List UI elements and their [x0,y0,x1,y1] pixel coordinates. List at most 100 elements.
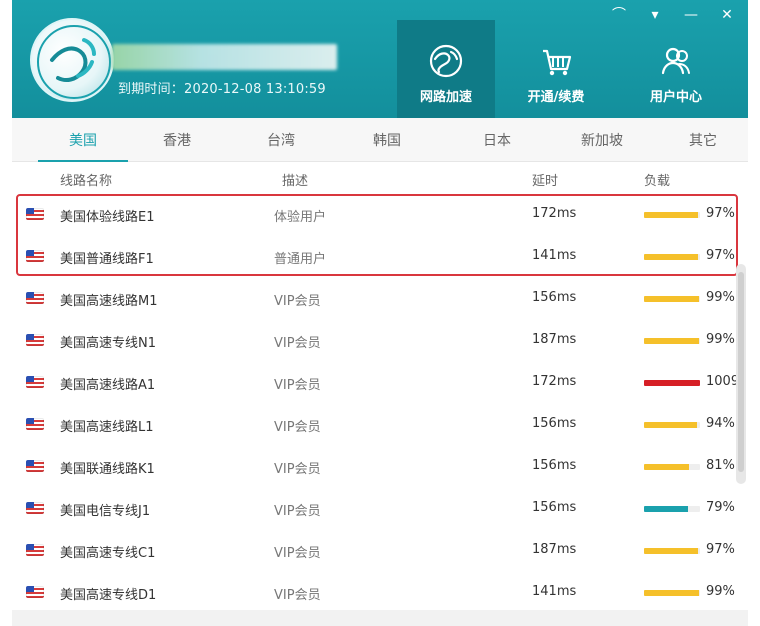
column-description: 描述 [282,174,309,189]
line-description: VIP会员 [274,336,321,351]
us-flag-icon [26,334,44,346]
line-name: 美国高速线路L1 [60,420,154,435]
line-latency: 172ms [532,374,577,389]
nav-network-acceleration[interactable]: 网路加速 [397,20,495,118]
load-bar-fill [644,338,700,344]
load-bar-fill [644,422,697,428]
table-row[interactable]: 美国高速专线C1 VIP会员 187ms 97% [12,530,735,572]
tab-hongkong[interactable]: 香港 [132,118,222,162]
line-name: 美国普通线路F1 [60,252,154,267]
tab-singapore[interactable]: 新加坡 [557,118,647,162]
line-name: 美国高速线路A1 [60,378,156,393]
table-row[interactable]: 美国高速线路M1 VIP会员 156ms 99% [12,278,735,320]
column-line-name: 线路名称 [60,174,113,189]
table-row[interactable]: 美国高速线路L1 VIP会员 156ms 94% [12,404,735,446]
load-percent: 97% [706,206,735,221]
load-percent: 97% [706,248,735,263]
cart-icon [537,42,575,80]
line-latency: 141ms [532,248,577,263]
load-bar [644,296,700,302]
us-flag-icon [26,208,44,220]
load-bar-fill [644,296,700,302]
username-blurred [112,44,337,70]
load-bar [644,464,700,470]
line-latency: 156ms [532,458,577,473]
line-description: VIP会员 [274,420,321,435]
line-description: VIP会员 [274,462,321,477]
line-latency: 156ms [532,416,577,431]
load-bar-fill [644,548,699,554]
table-row[interactable]: 美国电信专线J1 VIP会员 156ms 79% [12,488,735,530]
table-row[interactable]: 美国高速专线N1 VIP会员 187ms 99% [12,320,735,362]
load-percent: 79% [706,500,735,515]
nav-label: 网路加速 [419,90,472,105]
us-flag-icon [26,292,44,304]
list-scrollbar[interactable] [736,264,746,484]
tab-japan[interactable]: 日本 [452,118,542,162]
column-load: 负载 [644,174,671,189]
us-flag-icon [26,502,44,514]
users-icon [657,42,695,80]
line-name: 美国高速专线D1 [60,588,157,603]
line-description: VIP会员 [274,588,321,603]
us-flag-icon [26,460,44,472]
tab-korea[interactable]: 韩国 [342,118,432,162]
line-description: VIP会员 [274,546,321,561]
load-bar [644,380,700,386]
load-percent: 81% [706,458,735,473]
line-name: 美国高速专线C1 [60,546,156,561]
table-header: 线路名称 描述 延时 负载 [12,162,748,194]
nav-label: 用户中心 [649,90,702,105]
load-bar-fill [644,590,700,596]
line-latency: 172ms [532,206,577,221]
app-logo [30,18,114,102]
table-row[interactable]: 美国体验线路E1 体验用户 172ms 97% [12,194,735,236]
line-name: 美国高速线路M1 [60,294,158,309]
load-bar-fill [644,464,690,470]
load-percent: 99% [706,584,735,599]
us-flag-icon [26,544,44,556]
line-latency: 156ms [532,500,577,515]
line-latency: 156ms [532,290,577,305]
column-latency: 延时 [532,174,559,189]
us-flag-icon [26,376,44,388]
load-percent: 97% [706,542,735,557]
load-bar [644,506,700,512]
globe-logo-icon [37,25,111,99]
load-percent: 99% [706,290,735,305]
us-flag-icon [26,586,44,598]
load-bar-fill [644,254,699,260]
line-description: 体验用户 [274,210,327,225]
line-name: 美国联通线路K1 [60,462,155,477]
globe-icon [427,42,465,80]
load-bar [644,422,700,428]
line-latency: 141ms [532,584,577,599]
line-latency: 187ms [532,542,577,557]
load-bar [644,212,700,218]
headset-icon[interactable]: ⌒ [610,6,628,24]
line-description: 普通用户 [274,252,327,267]
tab-other[interactable]: 其它 [658,118,748,162]
scrollbar-thumb[interactable] [738,272,744,472]
table-row[interactable]: 美国高速线路A1 VIP会员 172ms 1009 [12,362,739,404]
tab-taiwan[interactable]: 台湾 [236,118,326,162]
line-description: VIP会员 [274,378,321,393]
line-latency: 187ms [532,332,577,347]
us-flag-icon [26,250,44,262]
line-description: VIP会员 [274,294,321,309]
load-bar-fill [644,212,699,218]
table-row[interactable]: 美国普通线路F1 普通用户 141ms 97% [12,236,735,278]
nav-user-center[interactable]: 用户中心 [627,20,725,118]
nav-renew[interactable]: 开通/续费 [507,20,605,118]
line-name: 美国体验线路E1 [60,210,155,225]
load-bar [644,338,700,344]
table-row[interactable]: 美国高速专线D1 VIP会员 141ms 99% [12,572,735,614]
line-description: VIP会员 [274,504,321,519]
table-row[interactable]: 美国联通线路K1 VIP会员 156ms 81% [12,446,735,488]
load-bar [644,590,700,596]
tab-usa[interactable]: 美国 [38,118,128,162]
load-percent: 94% [706,416,735,431]
bottom-bar [12,610,748,626]
region-tabs: 美国 香港 台湾 韩国 日本 新加坡 其它 [12,118,748,162]
nav-label: 开通/续费 [527,90,585,105]
